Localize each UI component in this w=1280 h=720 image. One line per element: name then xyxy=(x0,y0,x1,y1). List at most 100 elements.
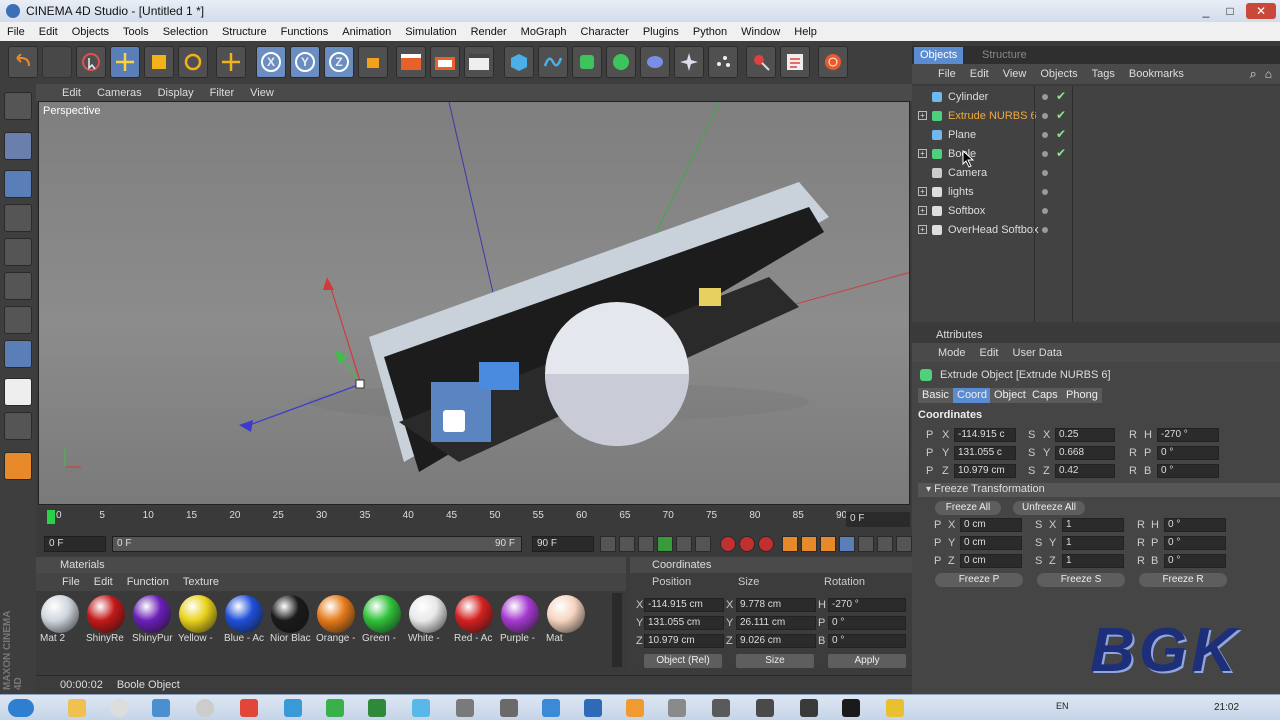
mat-menu-texture[interactable]: Texture xyxy=(183,576,219,588)
y-axis-lock-button[interactable]: Y xyxy=(290,46,320,78)
play-icon[interactable] xyxy=(657,536,673,552)
attr-scale-y-field[interactable]: 0.668 xyxy=(1055,446,1115,460)
make-editable-icon[interactable] xyxy=(4,132,32,160)
visibility-dot[interactable] xyxy=(1042,170,1048,176)
attr-scale-x-field[interactable]: 0.25 xyxy=(1055,428,1115,442)
menu-python[interactable]: Python xyxy=(693,26,727,38)
light-icon[interactable] xyxy=(746,46,776,78)
rot-b-field[interactable]: 0 ° xyxy=(828,634,906,648)
keyframe-selection-icon[interactable] xyxy=(758,536,774,552)
mat-menu-edit[interactable]: Edit xyxy=(94,576,113,588)
vp-menu-filter[interactable]: Filter xyxy=(210,87,234,99)
key-parameter-icon[interactable] xyxy=(839,536,855,552)
expand-icon[interactable]: + xyxy=(918,149,927,158)
browser-icon[interactable] xyxy=(110,699,128,717)
autokey-icon[interactable] xyxy=(739,536,755,552)
object-name[interactable]: OverHead Softbox xyxy=(948,224,1039,236)
visibility-dot[interactable] xyxy=(1042,208,1048,214)
goto-start-icon[interactable] xyxy=(600,536,616,552)
edges-mode-icon[interactable] xyxy=(4,272,32,300)
attr-pos-x-field[interactable]: -114.915 c xyxy=(954,428,1016,442)
app-icon[interactable] xyxy=(668,699,686,717)
render-view-icon[interactable] xyxy=(396,46,426,78)
object-row[interactable]: + Softbox xyxy=(912,202,1280,220)
menu-help[interactable]: Help xyxy=(794,26,817,38)
app-icon[interactable] xyxy=(626,699,644,717)
size-y-field[interactable]: 26.111 cm xyxy=(736,616,816,630)
web-icon[interactable] xyxy=(818,46,848,78)
visibility-dot[interactable] xyxy=(1042,113,1048,119)
visibility-dot[interactable] xyxy=(1042,189,1048,195)
material-item[interactable]: Purple - xyxy=(500,595,540,644)
key-scale-icon[interactable] xyxy=(801,536,817,552)
app-icon[interactable] xyxy=(886,699,904,717)
app-icon[interactable] xyxy=(542,699,560,717)
visibility-dot[interactable] xyxy=(1042,227,1048,233)
points-mode-icon[interactable] xyxy=(4,238,32,266)
attr-rot-b-field[interactable]: 0 ° xyxy=(1157,464,1219,478)
menu-file[interactable]: File xyxy=(7,26,25,38)
maximize-button[interactable]: □ xyxy=(1220,3,1240,19)
spline-icon[interactable] xyxy=(538,46,568,78)
menu-structure[interactable]: Structure xyxy=(222,26,267,38)
rotate-tool-icon[interactable] xyxy=(178,46,208,78)
material-item[interactable]: Green - xyxy=(362,595,402,644)
current-frame-field[interactable]: 0 F xyxy=(846,512,910,527)
start-frame-field[interactable]: 0 F xyxy=(44,536,106,552)
search-icon[interactable]: ⌕ xyxy=(1249,66,1256,82)
obj-menu-view[interactable]: View xyxy=(1003,68,1027,80)
menu-selection[interactable]: Selection xyxy=(163,26,208,38)
move-tool-icon[interactable] xyxy=(110,46,140,78)
checklist-icon[interactable] xyxy=(780,46,810,78)
array-icon[interactable] xyxy=(606,46,636,78)
mat-menu-file[interactable]: File xyxy=(62,576,80,588)
app-icon[interactable] xyxy=(456,699,474,717)
freeze-r-button[interactable]: Freeze R xyxy=(1139,573,1227,587)
menu-character[interactable]: Character xyxy=(581,26,629,38)
step-back-icon[interactable] xyxy=(638,536,654,552)
attr-rot-p-field[interactable]: 0 ° xyxy=(1157,446,1219,460)
menu-mograph[interactable]: MoGraph xyxy=(521,26,567,38)
freeze-rot-p-field[interactable]: 0 ° xyxy=(1164,536,1226,550)
attr-rot-h-field[interactable]: -270 ° xyxy=(1157,428,1219,442)
apply-button[interactable]: Apply xyxy=(828,654,906,668)
freeze-scale-x-field[interactable]: 1 xyxy=(1062,518,1124,532)
material-item[interactable]: Red - Ac xyxy=(454,595,494,644)
object-name[interactable]: Cylinder xyxy=(948,91,988,103)
menu-render[interactable]: Render xyxy=(471,26,507,38)
app-icon[interactable] xyxy=(284,699,302,717)
menu-simulation[interactable]: Simulation xyxy=(405,26,456,38)
size-x-field[interactable]: 9.778 cm xyxy=(736,598,816,612)
world-axis-icon[interactable] xyxy=(216,46,246,78)
object-row[interactable]: + lights xyxy=(912,183,1280,201)
obj-menu-file[interactable]: File xyxy=(938,68,956,80)
tab-structure[interactable]: Structure xyxy=(976,47,1033,64)
folder-icon[interactable] xyxy=(68,699,86,717)
rot-h-field[interactable]: -270 ° xyxy=(828,598,906,612)
step-forward-icon[interactable] xyxy=(676,536,692,552)
tab-object[interactable]: Object xyxy=(990,388,1030,403)
enabled-check-icon[interactable]: ✔ xyxy=(1056,89,1066,103)
menu-tools[interactable]: Tools xyxy=(123,26,149,38)
perspective-viewport[interactable]: Perspective xyxy=(38,101,910,505)
object-row[interactable]: Cylinder ✔ xyxy=(912,88,1280,106)
menu-window[interactable]: Window xyxy=(741,26,780,38)
tab-objects[interactable]: Objects xyxy=(914,47,964,64)
key-pla-icon[interactable] xyxy=(858,536,874,552)
material-item[interactable]: Mat xyxy=(546,595,586,644)
tab-coord[interactable]: Coord xyxy=(953,388,991,403)
vp-menu-cameras[interactable]: Cameras xyxy=(97,87,142,99)
particles-icon[interactable] xyxy=(708,46,738,78)
freeze-rot-b-field[interactable]: 0 ° xyxy=(1164,554,1226,568)
prev-key-icon[interactable] xyxy=(619,536,635,552)
visibility-dot[interactable] xyxy=(1042,132,1048,138)
attr-menu-mode[interactable]: Mode xyxy=(938,347,966,359)
scheme-icon[interactable] xyxy=(896,536,912,552)
tab-phong[interactable]: Phong xyxy=(1062,388,1102,403)
freeze-all-button[interactable]: Freeze All xyxy=(935,501,1001,515)
render-picture-viewer-icon[interactable] xyxy=(430,46,460,78)
obj-menu-bookmarks[interactable]: Bookmarks xyxy=(1129,68,1184,80)
material-item[interactable]: ShinyPur xyxy=(132,595,173,644)
expand-icon[interactable]: + xyxy=(918,206,927,215)
unfreeze-all-button[interactable]: Unfreeze All xyxy=(1013,501,1085,515)
